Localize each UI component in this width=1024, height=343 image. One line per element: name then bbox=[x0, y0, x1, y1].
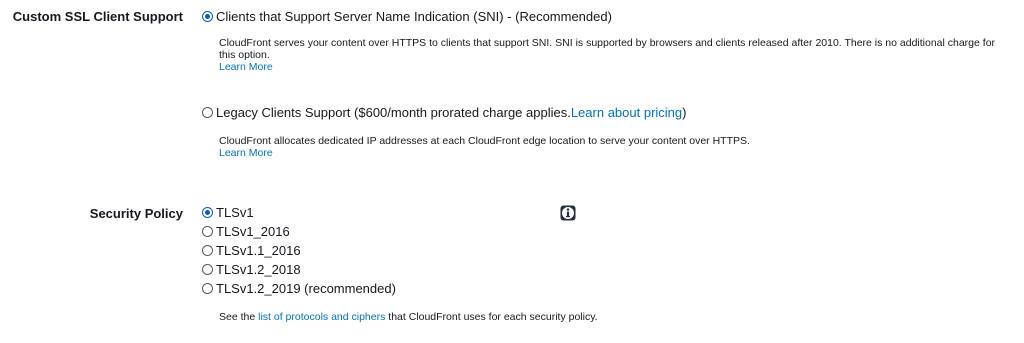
policy-option-tlsv1[interactable]: TLSv1 bbox=[202, 203, 396, 222]
sni-description-block: CloudFront serves your content over HTTP… bbox=[219, 37, 1009, 73]
legacy-option-label-suffix: ) bbox=[682, 105, 687, 120]
sni-option[interactable]: Clients that Support Server Name Indicat… bbox=[202, 9, 612, 24]
sni-description: CloudFront serves your content over HTTP… bbox=[219, 37, 996, 61]
security-policy-label: Security Policy bbox=[89, 206, 183, 221]
policy-radio-tlsv1[interactable] bbox=[202, 207, 213, 218]
legacy-radio[interactable] bbox=[202, 107, 213, 118]
legacy-learn-more-link[interactable]: Learn More bbox=[219, 147, 273, 159]
pricing-link[interactable]: Learn about pricing bbox=[571, 105, 682, 120]
info-icon[interactable] bbox=[560, 205, 576, 221]
legacy-description: CloudFront allocates dedicated IP addres… bbox=[219, 135, 750, 147]
policy-radio-tlsv1-2016[interactable] bbox=[202, 226, 213, 237]
policy-label-tlsv1-2-2018: TLSv1.2_2018 bbox=[216, 262, 301, 277]
policy-label-tlsv1-2-2019: TLSv1.2_2019 (recommended) bbox=[216, 281, 396, 296]
sni-radio[interactable] bbox=[202, 11, 213, 22]
policy-radio-tlsv1-2-2019[interactable] bbox=[202, 283, 213, 294]
policy-option-tlsv1-2-2019[interactable]: TLSv1.2_2019 (recommended) bbox=[202, 279, 396, 298]
policy-label-tlsv1-1-2016: TLSv1.1_2016 bbox=[216, 243, 301, 258]
sni-learn-more-link[interactable]: Learn More bbox=[219, 61, 273, 73]
policy-label-tlsv1: TLSv1 bbox=[216, 205, 254, 220]
policy-label-tlsv1-2016: TLSv1_2016 bbox=[216, 224, 290, 239]
sni-option-label: Clients that Support Server Name Indicat… bbox=[216, 9, 612, 24]
policy-option-tlsv1-2-2018[interactable]: TLSv1.2_2018 bbox=[202, 260, 396, 279]
policy-footer: See the list of protocols and ciphers th… bbox=[219, 311, 1009, 323]
policy-footer-suffix: that CloudFront uses for each security p… bbox=[385, 311, 598, 323]
policy-option-tlsv1-1-2016[interactable]: TLSv1.1_2016 bbox=[202, 241, 396, 260]
security-policy-options: TLSv1 TLSv1_2016 TLSv1.1_2016 TLSv1.2_20… bbox=[202, 203, 396, 298]
legacy-description-block: CloudFront allocates dedicated IP addres… bbox=[219, 135, 1009, 159]
legacy-option[interactable]: Legacy Clients Support ($600/month prora… bbox=[202, 105, 686, 120]
legacy-option-label-prefix: Legacy Clients Support ($600/month prora… bbox=[216, 105, 571, 120]
policy-footer-prefix: See the bbox=[219, 311, 259, 323]
policy-radio-tlsv1-1-2016[interactable] bbox=[202, 245, 213, 256]
policy-radio-tlsv1-2-2018[interactable] bbox=[202, 264, 213, 275]
policy-option-tlsv1-2016[interactable]: TLSv1_2016 bbox=[202, 222, 396, 241]
protocols-ciphers-link[interactable]: list of protocols and ciphers bbox=[258, 311, 385, 323]
ssl-support-label: Custom SSL Client Support bbox=[12, 9, 183, 24]
